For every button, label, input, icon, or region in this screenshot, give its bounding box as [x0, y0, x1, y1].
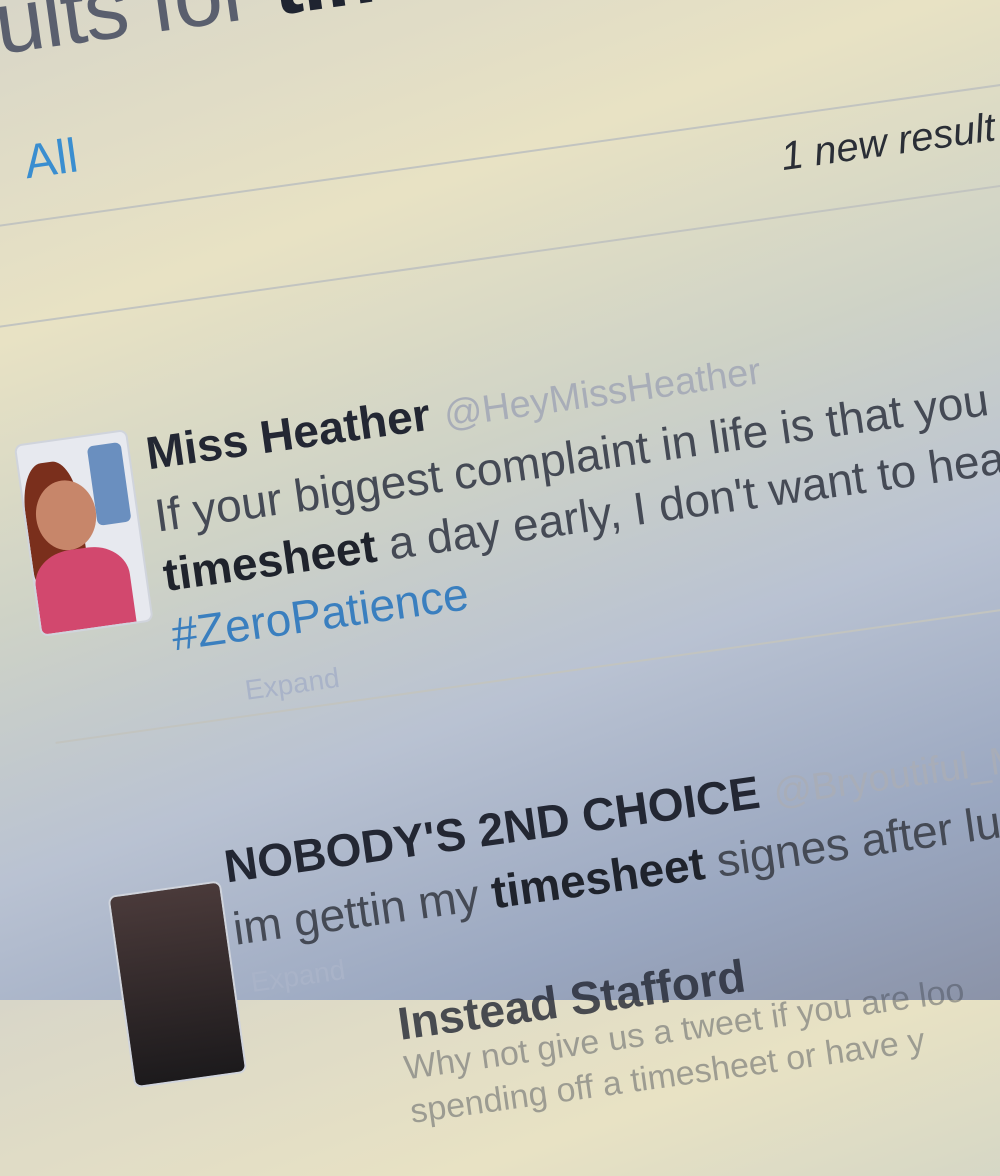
- new-results-link[interactable]: 1 new result: [778, 105, 998, 180]
- expand-link[interactable]: Expand: [243, 662, 341, 707]
- expand-link[interactable]: Expand: [249, 954, 347, 999]
- page-title: ults for timesheet: [0, 0, 677, 75]
- divider: [0, 159, 1000, 328]
- avatar[interactable]: [107, 880, 248, 1089]
- tab-all[interactable]: All: [21, 128, 81, 190]
- page-title-prefix: ults for: [0, 0, 279, 73]
- avatar[interactable]: [13, 428, 154, 637]
- search-results-page: ults for timesheet All 1 new result Miss…: [0, 0, 1000, 1158]
- page-title-query: timesheet: [265, 0, 677, 34]
